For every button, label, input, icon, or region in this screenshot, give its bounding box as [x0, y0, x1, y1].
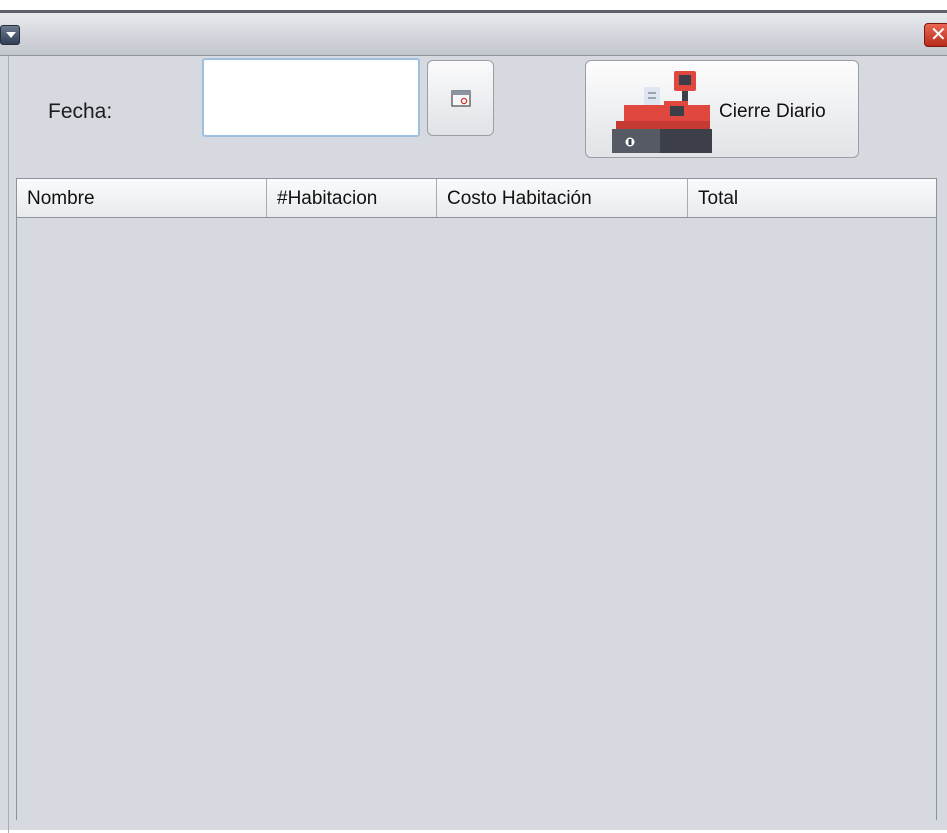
table-body[interactable] — [17, 218, 936, 821]
window-left-border — [8, 56, 9, 833]
close-button[interactable]: ✕ — [924, 23, 947, 47]
menu-dropdown-icon[interactable] — [0, 25, 20, 45]
date-label: Fecha: — [48, 100, 113, 123]
cash-register-icon — [612, 71, 712, 153]
table-header: Nombre #Habitacion Costo Habitación Tota… — [17, 179, 936, 218]
column-header-nombre[interactable]: Nombre — [17, 179, 267, 217]
daily-close-button[interactable]: Cierre Diario — [585, 60, 859, 158]
date-field[interactable] — [202, 58, 420, 137]
column-header-costo-habitacion[interactable]: Costo Habitación — [437, 179, 688, 217]
records-table[interactable]: Nombre #Habitacion Costo Habitación Tota… — [16, 178, 937, 821]
title-bar: ✕ — [0, 13, 947, 56]
triangle-down-icon — [6, 32, 16, 38]
column-header-total[interactable]: Total — [688, 179, 936, 217]
column-header-habitacion[interactable]: #Habitacion — [267, 179, 437, 217]
calendar-button[interactable] — [427, 60, 494, 136]
daily-close-label: Cierre Diario — [719, 101, 826, 122]
calendar-icon — [451, 90, 471, 107]
